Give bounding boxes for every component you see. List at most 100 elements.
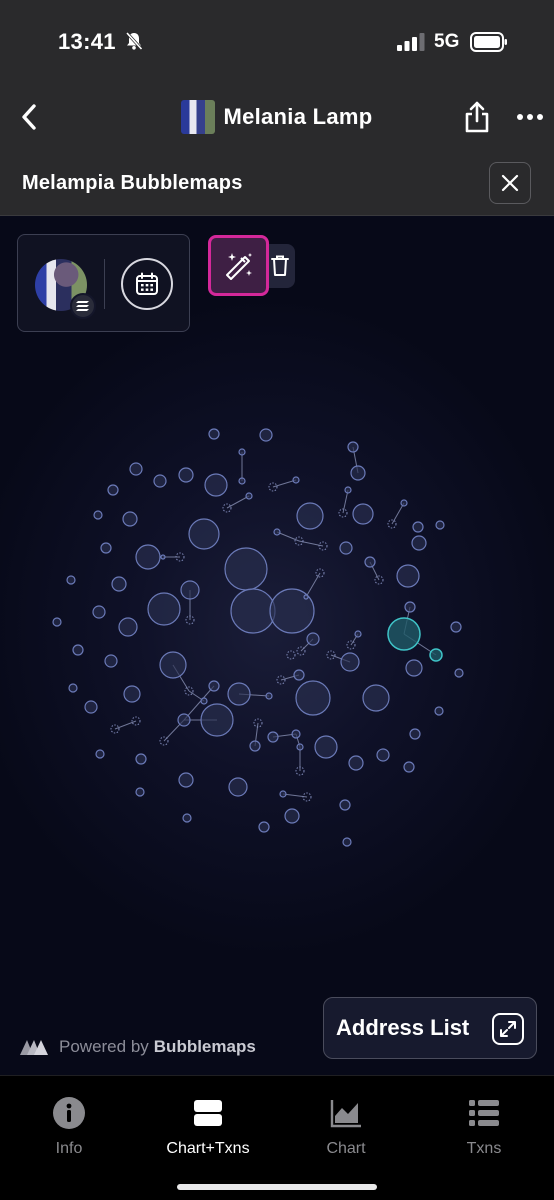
holder-bubble[interactable]	[344, 486, 352, 494]
holder-bubble[interactable]	[208, 680, 220, 692]
bubble-map[interactable]: Powered by Bubblemaps Address List	[0, 217, 554, 1075]
holder-bubble[interactable]	[135, 787, 145, 797]
holder-bubble[interactable]	[178, 467, 194, 483]
holder-bubble[interactable]	[228, 777, 248, 797]
tab-chart-txns[interactable]: Chart+Txns	[148, 1096, 268, 1158]
holder-bubble[interactable]	[123, 685, 141, 703]
holder-bubble[interactable]	[350, 465, 366, 481]
holder-bubble[interactable]	[180, 580, 200, 600]
holder-bubble[interactable]	[286, 650, 296, 660]
holder-bubble[interactable]	[339, 541, 353, 555]
more-button[interactable]	[514, 110, 546, 124]
holder-bubble[interactable]	[429, 648, 443, 662]
close-button[interactable]	[489, 162, 531, 204]
holder-bubble[interactable]	[296, 743, 304, 751]
holder-bubble[interactable]	[122, 511, 138, 527]
holder-bubble[interactable]	[93, 510, 103, 520]
holder-bubble[interactable]	[273, 528, 281, 536]
holder-bubble[interactable]	[342, 837, 352, 847]
tab-info[interactable]: Info	[9, 1096, 129, 1158]
holder-bubble[interactable]	[84, 700, 98, 714]
holder-bubble[interactable]	[265, 692, 273, 700]
holder-bubble[interactable]	[147, 592, 181, 626]
holder-bubble[interactable]	[376, 748, 390, 762]
holder-bubble[interactable]	[267, 731, 279, 743]
holder-bubble[interactable]	[135, 544, 161, 570]
holder-bubble[interactable]	[238, 448, 246, 456]
holder-bubble[interactable]	[182, 813, 192, 823]
holder-bubble[interactable]	[434, 706, 444, 716]
tab-txns[interactable]: Txns	[424, 1096, 544, 1158]
holder-bubble[interactable]	[111, 576, 127, 592]
holder-bubble[interactable]	[104, 654, 118, 668]
holder-bubble[interactable]	[204, 473, 228, 497]
holder-bubble[interactable]	[118, 617, 138, 637]
holder-bubble[interactable]	[306, 632, 320, 646]
holder-bubble[interactable]	[208, 428, 220, 440]
holder-bubble[interactable]	[347, 441, 359, 453]
holder-bubble[interactable]	[454, 668, 464, 678]
holder-bubble[interactable]	[279, 790, 287, 798]
holder-bubble[interactable]	[340, 652, 360, 672]
holder-bubble[interactable]	[291, 729, 301, 739]
holder-bubble[interactable]	[293, 669, 305, 681]
holder-bubble[interactable]	[339, 799, 351, 811]
holder-bubble[interactable]	[224, 547, 268, 591]
holder-bubble[interactable]	[404, 601, 416, 613]
holder-bubble[interactable]	[159, 651, 187, 679]
tab-chart[interactable]: Chart	[286, 1096, 406, 1158]
holder-bubble[interactable]	[68, 683, 78, 693]
holder-bubble[interactable]	[295, 680, 331, 716]
bubble-nodes[interactable]	[52, 428, 464, 847]
holder-bubble[interactable]	[362, 684, 390, 712]
holder-bubble[interactable]	[227, 682, 251, 706]
bubble-graph[interactable]	[0, 217, 554, 1075]
holder-bubble[interactable]	[409, 728, 421, 740]
holder-bubble[interactable]	[178, 772, 194, 788]
holder-bubble[interactable]	[411, 535, 427, 551]
holder-bubble[interactable]	[405, 659, 423, 677]
holder-bubble[interactable]	[435, 520, 445, 530]
holder-bubble[interactable]	[107, 484, 119, 496]
holder-bubble[interactable]	[238, 477, 246, 485]
holder-bubble[interactable]	[303, 594, 309, 600]
holder-bubble[interactable]	[153, 474, 167, 488]
holder-bubble[interactable]	[200, 703, 234, 737]
holder-bubble[interactable]	[403, 761, 415, 773]
holder-bubble[interactable]	[352, 503, 374, 525]
holder-bubble[interactable]	[364, 556, 376, 568]
holder-bubble[interactable]	[177, 713, 191, 727]
holder-bubble[interactable]	[245, 492, 253, 500]
calendar-button[interactable]	[121, 258, 173, 310]
share-button[interactable]	[462, 99, 492, 135]
holder-bubble[interactable]	[188, 518, 220, 550]
holder-bubble[interactable]	[258, 821, 270, 833]
holder-bubble[interactable]	[450, 621, 462, 633]
holder-bubble[interactable]	[387, 617, 421, 651]
holder-bubble[interactable]	[160, 554, 166, 560]
holder-bubble[interactable]	[259, 428, 273, 442]
holder-bubble[interactable]	[92, 605, 106, 619]
holder-bubble[interactable]	[284, 808, 300, 824]
holder-bubble[interactable]	[135, 753, 147, 765]
holder-bubble[interactable]	[348, 755, 364, 771]
holder-bubble[interactable]	[66, 575, 76, 585]
holder-bubble[interactable]	[52, 617, 62, 627]
holder-bubble[interactable]	[72, 644, 84, 656]
holder-bubble[interactable]	[314, 735, 338, 759]
address-list-button[interactable]: Address List	[323, 997, 537, 1059]
holder-bubble[interactable]	[129, 462, 143, 476]
holder-bubble[interactable]	[200, 697, 208, 705]
holder-bubble[interactable]	[400, 499, 408, 507]
holder-bubble[interactable]	[354, 630, 362, 638]
holder-bubble[interactable]	[396, 564, 420, 588]
holder-bubble[interactable]	[249, 740, 261, 752]
magic-wand-button[interactable]	[208, 235, 269, 296]
holder-bubble[interactable]	[296, 502, 324, 530]
holder-bubble[interactable]	[292, 476, 300, 484]
holder-bubble[interactable]	[230, 588, 276, 634]
holder-bubble[interactable]	[412, 521, 424, 533]
holder-bubble[interactable]	[100, 542, 112, 554]
powered-by[interactable]: Powered by Bubblemaps	[19, 1037, 256, 1057]
holder-bubble[interactable]	[95, 749, 105, 759]
